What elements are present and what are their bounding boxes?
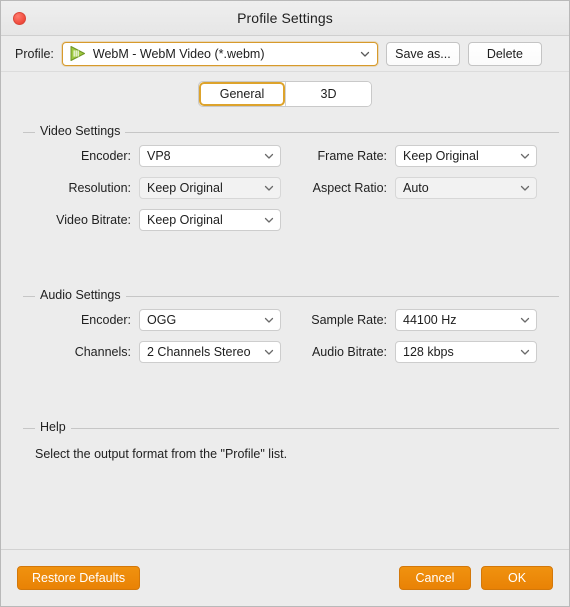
profile-bar: Profile: WebM - WebM Video (*.webm) Save… — [1, 36, 569, 72]
sample-rate-value: 44100 Hz — [403, 313, 457, 327]
video-encoder-dropdown[interactable]: VP8 — [139, 145, 281, 167]
tab-general[interactable]: General — [199, 82, 285, 106]
audio-bitrate-dropdown[interactable]: 128 kbps — [395, 341, 537, 363]
help-text: Select the output format from the "Profi… — [35, 447, 288, 461]
resolution-value: Keep Original — [147, 181, 223, 195]
field-label: Sample Rate: — [311, 313, 387, 327]
audio-settings-title: Audio Settings — [35, 288, 126, 302]
chevron-down-icon — [264, 317, 274, 323]
field-label: Audio Bitrate: — [311, 345, 387, 359]
field-label: Video Bitrate: — [56, 213, 131, 227]
chevron-down-icon — [520, 317, 530, 323]
dialog-body: General 3D Video Settings Encoder: VP8 F… — [1, 72, 569, 549]
chevron-down-icon — [360, 51, 370, 57]
channels-dropdown[interactable]: 2 Channels Stereo — [139, 341, 281, 363]
footer-bar: Restore Defaults Cancel OK — [1, 549, 569, 606]
profile-settings-window: Profile Settings Profile: WebM - WebM Vi… — [0, 0, 570, 607]
field-label: Encoder: — [80, 149, 131, 163]
audio-encoder-dropdown[interactable]: OGG — [139, 309, 281, 331]
aspect-ratio-value: Auto — [403, 181, 429, 195]
webm-play-icon — [70, 46, 85, 61]
field-channels: Channels: 2 Channels Stereo — [23, 341, 285, 363]
chevron-down-icon — [264, 153, 274, 159]
field-label: Encoder: — [80, 313, 131, 327]
chevron-down-icon — [264, 349, 274, 355]
audio-row-1: Encoder: OGG Sample Rate: 44100 Hz — [23, 309, 559, 331]
profile-label: Profile: — [15, 46, 54, 61]
video-row-1: Encoder: VP8 Frame Rate: Keep Original — [23, 145, 559, 167]
video-bitrate-dropdown[interactable]: Keep Original — [139, 209, 281, 231]
field-audio-bitrate: Audio Bitrate: 128 kbps — [285, 341, 537, 363]
tab-3d[interactable]: 3D — [285, 82, 371, 106]
chevron-down-icon — [520, 349, 530, 355]
profile-select[interactable]: WebM - WebM Video (*.webm) — [61, 41, 378, 66]
field-video-bitrate: Video Bitrate: Keep Original — [23, 209, 285, 231]
field-label: Channels: — [74, 345, 131, 359]
field-label: Frame Rate: — [317, 149, 387, 163]
video-settings-group: Video Settings Encoder: VP8 Frame Rate: — [23, 124, 559, 241]
field-aspect-ratio: Aspect Ratio: Auto — [285, 177, 537, 199]
cancel-button[interactable]: Cancel — [399, 566, 471, 590]
field-video-encoder: Encoder: VP8 — [23, 145, 285, 167]
audio-row-2: Channels: 2 Channels Stereo Audio Bitrat… — [23, 341, 559, 363]
chevron-down-icon — [264, 185, 274, 191]
audio-settings-group: Audio Settings Encoder: OGG Sample Rate: — [23, 288, 559, 373]
frame-rate-dropdown[interactable]: Keep Original — [395, 145, 537, 167]
audio-encoder-value: OGG — [147, 313, 177, 327]
window-title: Profile Settings — [237, 10, 333, 26]
frame-rate-value: Keep Original — [403, 149, 479, 163]
help-title: Help — [35, 420, 71, 434]
video-encoder-value: VP8 — [147, 149, 171, 163]
field-sample-rate: Sample Rate: 44100 Hz — [285, 309, 537, 331]
field-audio-encoder: Encoder: OGG — [23, 309, 285, 331]
field-label: Resolution: — [68, 181, 131, 195]
video-row-3: Video Bitrate: Keep Original — [23, 209, 559, 231]
profile-value: WebM - WebM Video (*.webm) — [92, 46, 265, 61]
close-icon[interactable] — [13, 12, 26, 25]
sample-rate-dropdown[interactable]: 44100 Hz — [395, 309, 537, 331]
tab-group: General 3D — [198, 81, 372, 107]
channels-value: 2 Channels Stereo — [147, 345, 251, 359]
field-frame-rate: Frame Rate: Keep Original — [285, 145, 537, 167]
chevron-down-icon — [264, 217, 274, 223]
chevron-down-icon — [520, 185, 530, 191]
audio-bitrate-value: 128 kbps — [403, 345, 454, 359]
field-label: Aspect Ratio: — [312, 181, 387, 195]
help-group: Help Select the output format from the "… — [23, 420, 559, 461]
chevron-down-icon — [520, 153, 530, 159]
ok-button[interactable]: OK — [481, 566, 553, 590]
video-row-2: Resolution: Keep Original Aspect Ratio: … — [23, 177, 559, 199]
video-bitrate-value: Keep Original — [147, 213, 223, 227]
aspect-ratio-dropdown[interactable]: Auto — [395, 177, 537, 199]
save-as-button[interactable]: Save as... — [385, 41, 460, 66]
tab-bar: General 3D — [1, 72, 569, 107]
resolution-dropdown[interactable]: Keep Original — [139, 177, 281, 199]
delete-button[interactable]: Delete — [467, 41, 542, 66]
video-settings-title: Video Settings — [35, 124, 126, 138]
restore-defaults-button[interactable]: Restore Defaults — [17, 566, 141, 590]
title-bar: Profile Settings — [1, 1, 569, 36]
field-resolution: Resolution: Keep Original — [23, 177, 285, 199]
